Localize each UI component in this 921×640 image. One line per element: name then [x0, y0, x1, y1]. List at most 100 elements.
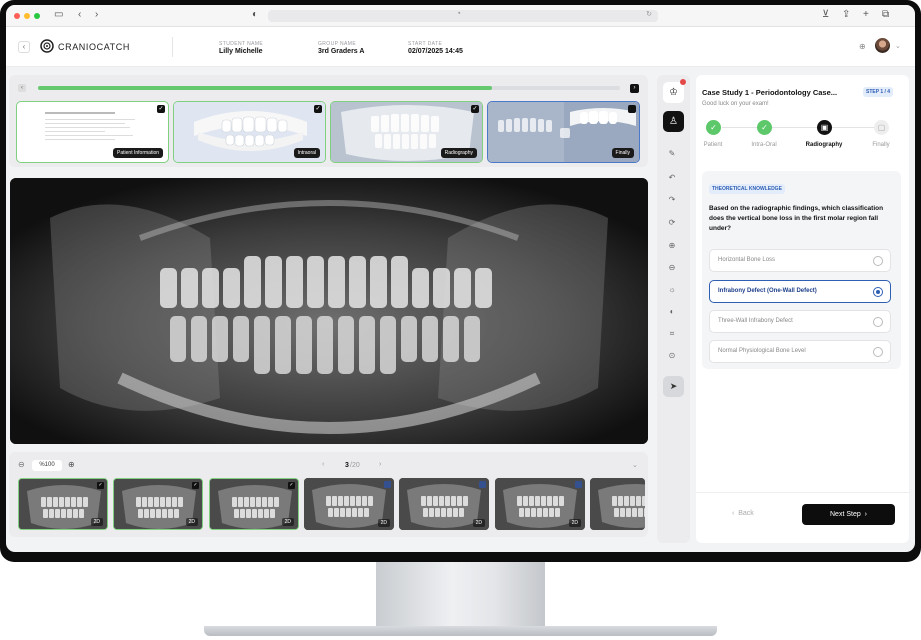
chevron-down-icon[interactable]: ⌄: [895, 42, 901, 50]
knowledge-badge: THEORETICAL KNOWLEDGE: [709, 184, 785, 194]
next-step-label: Next Step: [830, 511, 861, 518]
reset-icon[interactable]: ⊙: [667, 351, 677, 361]
footer-divider: [696, 492, 909, 493]
collapse-strip-icon[interactable]: ⌄: [632, 461, 638, 469]
reload-icon[interactable]: ↻: [646, 10, 652, 18]
thumb-intraoral[interactable]: ✓ Intraoral: [173, 101, 326, 163]
monitor-stand-foot: [204, 626, 717, 636]
step-label: Finally: [872, 142, 890, 148]
monitor-bezel: ▭ ‹ › ◐ ▪ ↻ ⊻ ⇪ + ⧉ ‹ CRANIOCATCH STUDEN…: [0, 0, 921, 562]
prev-page-icon[interactable]: ‹: [322, 461, 324, 468]
new-tab-icon[interactable]: +: [863, 9, 869, 21]
maximize-window-dot[interactable]: [34, 13, 40, 19]
zoom-in-icon[interactable]: ⊕: [68, 460, 75, 469]
tooth-tool-button[interactable]: ♙: [663, 111, 684, 132]
thumb-finally[interactable]: Finally: [487, 101, 640, 163]
thumb-label: Intraoral: [293, 148, 320, 158]
stepper-line: [722, 127, 878, 128]
series-thumb[interactable]: ✓ 2D: [18, 478, 108, 530]
shield-icon[interactable]: ◐: [252, 9, 258, 21]
checkbox-checked-icon: ✓: [314, 105, 322, 113]
checkbox-checked-icon: ✓: [157, 105, 165, 113]
chevron-right-icon: ›: [864, 511, 867, 518]
globe-icon[interactable]: ⊕: [859, 42, 866, 51]
download-icon[interactable]: ⊻: [822, 9, 829, 21]
panoramic-xray-image: [10, 178, 648, 444]
answer-option[interactable]: Three-Wall Infrabony Defect: [709, 310, 891, 333]
back-arrow-icon[interactable]: ‹: [78, 9, 81, 21]
back-button[interactable]: ‹ Back: [732, 510, 754, 517]
crop-icon[interactable]: ⌗: [667, 329, 677, 339]
progress-track: [38, 86, 620, 90]
next-page-icon[interactable]: ›: [379, 461, 381, 468]
avatar[interactable]: [875, 38, 890, 53]
zoom-in-tool-icon[interactable]: ⊕: [667, 241, 677, 251]
zoom-out-tool-icon[interactable]: ⊖: [667, 263, 677, 273]
brand-name: CRANIOCATCH: [58, 42, 130, 52]
series-thumb-label: 2D: [568, 519, 581, 527]
step-done-check-icon[interactable]: ✓: [757, 120, 772, 135]
brightness-icon[interactable]: ☼: [667, 285, 677, 295]
zoom-level[interactable]: %100: [32, 460, 62, 471]
step-label: Intra-Oral: [751, 142, 777, 148]
series-thumb[interactable]: ✓ 2D: [113, 478, 203, 530]
pen-icon[interactable]: ✎: [667, 149, 677, 159]
series-thumb[interactable]: 2D: [304, 478, 394, 530]
radio-empty-icon[interactable]: [873, 256, 883, 266]
thumb-label: Patient Information: [113, 148, 163, 158]
answer-option-label: Horizontal Bone Loss: [718, 257, 776, 263]
radio-selected-icon[interactable]: [873, 287, 883, 297]
tabs-overview-icon[interactable]: ⧉: [882, 9, 889, 21]
send-button[interactable]: ➤: [663, 376, 684, 397]
rotate-icon[interactable]: ⟳: [667, 218, 677, 228]
browser-toolbar: ▭ ‹ › ◐ ▪ ↻ ⊻ ⇪ + ⧉: [6, 5, 915, 27]
series-thumb-label: 2D: [281, 518, 294, 526]
step-current-icon[interactable]: ▣: [817, 120, 832, 135]
checkbox-checked-icon: ✓: [288, 482, 295, 489]
series-thumb[interactable]: 2D: [495, 478, 585, 530]
xray-thumbnail-image: [590, 478, 645, 530]
answer-option[interactable]: Normal Physiological Bone Level: [709, 340, 891, 363]
collapse-button[interactable]: ‹: [18, 41, 30, 53]
series-thumb[interactable]: [590, 478, 645, 530]
page-current: 3: [345, 462, 349, 469]
redo-icon[interactable]: ↷: [667, 195, 677, 205]
series-thumb[interactable]: 2D: [399, 478, 489, 530]
answer-option[interactable]: Infrabony Defect (One-Wall Defect): [709, 280, 891, 303]
chevron-left-icon: ‹: [732, 510, 735, 517]
back-label: Back: [738, 510, 754, 517]
main-xray-viewer[interactable]: [10, 178, 648, 444]
radio-empty-icon[interactable]: [873, 317, 883, 327]
forward-arrow-icon[interactable]: ›: [95, 9, 98, 21]
step-done-check-icon[interactable]: ✓: [706, 120, 721, 135]
thumb-radiography[interactable]: ✓ Radiography: [330, 101, 483, 163]
minimize-window-dot[interactable]: [24, 13, 30, 19]
series-thumb-label: 2D: [472, 519, 485, 527]
header-divider: [172, 37, 173, 57]
checkbox-empty-icon: [479, 481, 486, 488]
thumb-patient-information[interactable]: ✓ Patient Information: [16, 101, 169, 163]
answer-option[interactable]: Horizontal Bone Loss: [709, 249, 891, 272]
next-step-button[interactable]: Next Step ›: [802, 504, 895, 525]
group-name-label: GROUP NAME: [318, 41, 357, 47]
sidebar-toggle-icon[interactable]: ▭: [54, 9, 63, 21]
address-bar[interactable]: ▪ ↻: [268, 10, 658, 22]
page-total: /20: [350, 462, 360, 469]
checkbox-checked-icon: ✓: [97, 482, 104, 489]
checkbox-checked-icon: ✓: [471, 105, 479, 113]
contrast-icon[interactable]: ◐: [667, 307, 677, 317]
next-step-arrow-button[interactable]: ›: [630, 84, 639, 93]
screen: ▭ ‹ › ◐ ▪ ↻ ⊻ ⇪ + ⧉ ‹ CRANIOCATCH STUDEN…: [6, 5, 915, 552]
close-window-dot[interactable]: [14, 13, 20, 19]
share-icon[interactable]: ⇪: [842, 9, 850, 21]
start-date-label: START DATE: [408, 41, 443, 47]
answer-option-label: Normal Physiological Bone Level: [718, 348, 806, 354]
undo-icon[interactable]: ↶: [667, 173, 677, 183]
radio-empty-icon[interactable]: [873, 347, 883, 357]
zoom-out-icon[interactable]: ⊖: [18, 460, 25, 469]
step-pending-icon[interactable]: ▢: [874, 120, 889, 135]
prev-step-button[interactable]: ‹: [18, 84, 26, 92]
thumb-label: Finally: [611, 148, 634, 158]
tooth-chart-button[interactable]: ♔: [663, 82, 684, 103]
series-thumb[interactable]: ✓ 2D: [209, 478, 299, 530]
